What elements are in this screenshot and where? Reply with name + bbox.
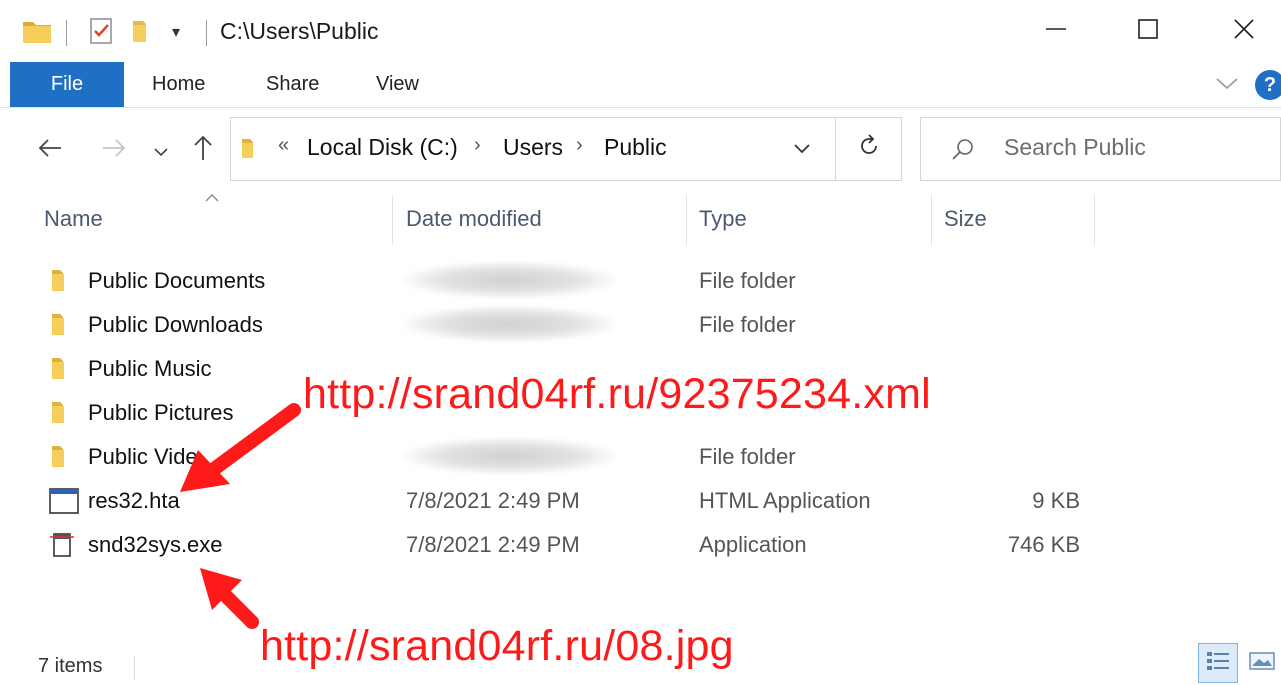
column-divider[interactable] bbox=[931, 195, 932, 245]
minimize-button[interactable] bbox=[1008, 0, 1103, 62]
details-view-button[interactable] bbox=[1198, 643, 1238, 683]
maximize-button[interactable] bbox=[1100, 0, 1195, 62]
quick-access-separator bbox=[66, 20, 67, 46]
refresh-icon bbox=[857, 133, 881, 165]
file-date-modified: 7/8/2021 2:49 PM bbox=[406, 488, 580, 513]
folder-icon bbox=[22, 16, 52, 51]
properties-icon[interactable] bbox=[88, 16, 116, 51]
redacted-date bbox=[404, 438, 614, 474]
column-header-size[interactable]: Size bbox=[944, 206, 987, 232]
breadcrumb-public[interactable]: Public bbox=[604, 134, 667, 161]
annotation-arrow-hta bbox=[168, 400, 308, 509]
file-name[interactable]: snd32sys.exe bbox=[88, 532, 223, 558]
status-separator bbox=[134, 656, 135, 680]
forward-arrow-icon bbox=[101, 137, 127, 166]
address-history-button[interactable] bbox=[792, 142, 812, 161]
title-separator bbox=[206, 20, 207, 46]
chevron-down-icon bbox=[792, 143, 812, 160]
search-placeholder: Search Public bbox=[1004, 134, 1146, 160]
large-icons-view-button[interactable] bbox=[1244, 643, 1280, 683]
maximize-icon bbox=[1137, 16, 1159, 47]
folder-icon bbox=[48, 266, 78, 296]
annotation-exe-url: http://srand04rf.ru/08.jpg bbox=[260, 622, 734, 670]
breadcrumb-overflow[interactable]: « bbox=[278, 134, 289, 157]
file-type: Application bbox=[699, 532, 807, 557]
address-folder-icon bbox=[240, 135, 262, 166]
file-type: HTML Application bbox=[699, 488, 871, 513]
window-title: C:\Users\Public bbox=[220, 18, 379, 44]
annotation-hta-url: http://srand04rf.ru/92375234.xml bbox=[303, 370, 931, 418]
file-type: File folder bbox=[699, 268, 796, 293]
redacted-date bbox=[404, 306, 614, 342]
tab-share[interactable]: Share bbox=[266, 62, 319, 107]
file-row[interactable]: Public Downloads File folder bbox=[40, 304, 1100, 348]
file-name[interactable]: Public Documents bbox=[88, 268, 265, 294]
file-row[interactable]: Public Documents File folder bbox=[40, 260, 1100, 304]
close-icon bbox=[1233, 16, 1255, 47]
chevron-down-icon bbox=[153, 137, 169, 165]
breadcrumb-local-disk[interactable]: Local Disk (C:) bbox=[307, 134, 458, 161]
help-icon[interactable]: ? bbox=[1255, 70, 1281, 100]
tab-home[interactable]: Home bbox=[152, 62, 205, 107]
tab-file[interactable]: File bbox=[10, 62, 124, 107]
ribbon-divider bbox=[0, 107, 1281, 108]
column-divider[interactable] bbox=[686, 195, 687, 245]
column-header-name[interactable]: Name bbox=[44, 206, 103, 232]
title-bar: ▾ C:\Users\Public bbox=[0, 0, 1281, 62]
exe-file-icon bbox=[48, 530, 78, 560]
file-type: File folder bbox=[699, 312, 796, 337]
column-divider[interactable] bbox=[1094, 195, 1095, 245]
large-icons-view-icon bbox=[1248, 650, 1276, 677]
expand-ribbon-icon[interactable] bbox=[1214, 72, 1240, 99]
file-size: 746 KB bbox=[1007, 532, 1080, 557]
customize-quick-access-icon[interactable]: ▾ bbox=[172, 22, 180, 42]
up-arrow-icon bbox=[192, 134, 214, 169]
column-header-type[interactable]: Type bbox=[699, 206, 747, 232]
folder-icon bbox=[48, 398, 78, 428]
tab-view[interactable]: View bbox=[376, 62, 419, 107]
file-size: 9 KB bbox=[1032, 488, 1080, 513]
refresh-button[interactable] bbox=[836, 117, 902, 181]
forward-button[interactable] bbox=[94, 128, 134, 174]
file-name[interactable]: Public Downloads bbox=[88, 312, 263, 338]
breadcrumb-users[interactable]: Users bbox=[503, 134, 563, 161]
breadcrumb-chevron-icon[interactable]: › bbox=[474, 134, 481, 157]
back-arrow-icon bbox=[37, 137, 63, 166]
search-icon bbox=[950, 137, 976, 168]
folder-icon bbox=[48, 354, 78, 384]
file-name[interactable]: Public Music bbox=[88, 356, 211, 382]
redacted-date bbox=[404, 262, 614, 298]
up-button[interactable] bbox=[186, 128, 220, 174]
minimize-icon bbox=[1045, 16, 1067, 47]
hta-file-icon bbox=[48, 486, 79, 516]
status-item-count: 7 items bbox=[38, 655, 103, 677]
column-divider[interactable] bbox=[392, 195, 393, 245]
details-view-icon bbox=[1205, 649, 1231, 678]
close-button[interactable] bbox=[1196, 0, 1281, 62]
new-folder-icon[interactable] bbox=[130, 17, 156, 50]
annotation-arrow-exe bbox=[190, 560, 270, 645]
back-button[interactable] bbox=[28, 128, 72, 174]
folder-icon bbox=[48, 310, 78, 340]
recent-locations-button[interactable] bbox=[146, 128, 176, 174]
folder-icon bbox=[48, 442, 78, 472]
column-header-date-modified[interactable]: Date modified bbox=[406, 206, 542, 232]
sort-ascending-icon bbox=[204, 190, 220, 208]
breadcrumb-chevron-icon[interactable]: › bbox=[576, 134, 583, 157]
file-type: File folder bbox=[699, 444, 796, 469]
file-name[interactable]: res32.hta bbox=[88, 488, 180, 514]
file-date-modified: 7/8/2021 2:49 PM bbox=[406, 532, 580, 557]
